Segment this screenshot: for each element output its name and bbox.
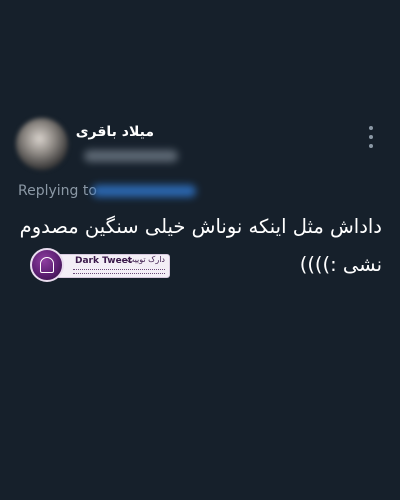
dot-icon bbox=[369, 144, 373, 148]
author-handle-redacted bbox=[84, 150, 178, 162]
watermark-badge-icon bbox=[30, 248, 64, 282]
replying-to-label: Replying to bbox=[18, 183, 97, 199]
author-avatar[interactable] bbox=[16, 118, 68, 170]
dark-tweet-watermark: Dark Tweet دارک توییت bbox=[30, 248, 170, 282]
watermark-plate: Dark Tweet دارک توییت bbox=[56, 254, 170, 278]
replying-to-row: Replying to bbox=[18, 182, 97, 200]
tweet-text-line: داداش مثل اینکه نوناش خیلی سنگین مصدوم bbox=[19, 215, 382, 238]
dot-icon bbox=[369, 126, 373, 130]
watermark-logo-text: Dark Tweet bbox=[75, 256, 133, 266]
tweet-screen: میلاد باقری Replying to داداش مثل اینکه … bbox=[0, 0, 400, 500]
replied-user-mention-redacted[interactable] bbox=[92, 185, 196, 197]
watermark-divider bbox=[73, 269, 165, 274]
watermark-logo-text-fa: دارک توییت bbox=[126, 255, 165, 264]
dot-icon bbox=[369, 135, 373, 139]
author-display-name[interactable]: میلاد باقری bbox=[76, 124, 154, 140]
more-options-icon[interactable] bbox=[364, 126, 378, 148]
window-icon bbox=[40, 257, 54, 273]
